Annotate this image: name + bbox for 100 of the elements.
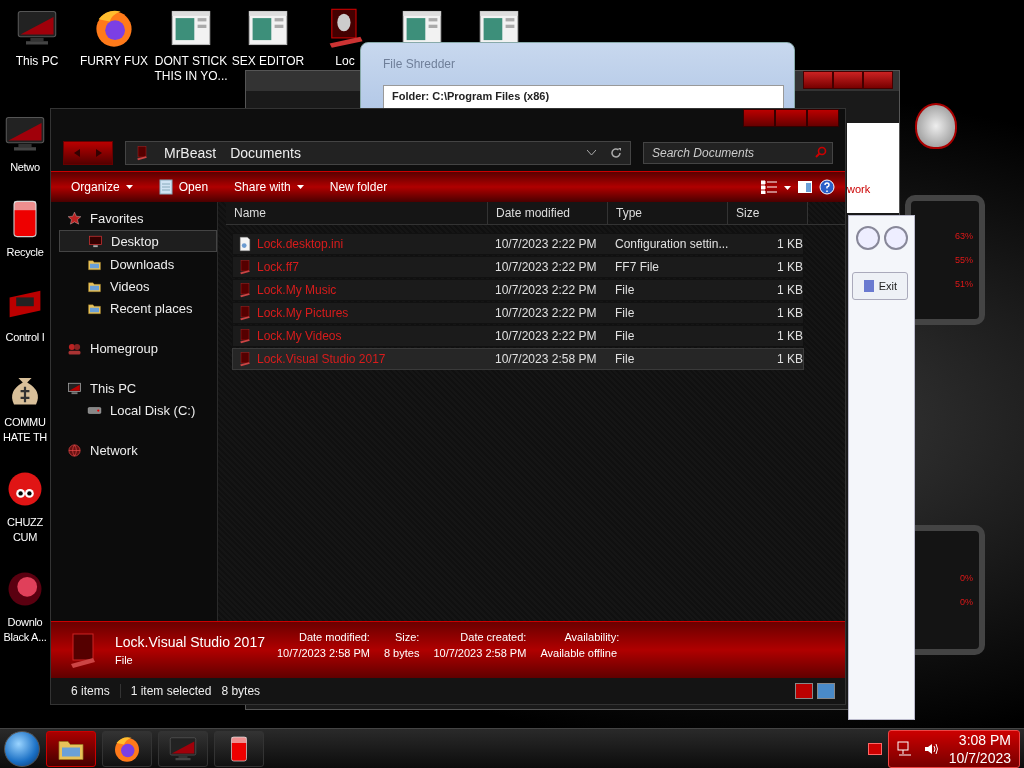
toolbar-button[interactable]: Open	[148, 175, 219, 199]
shortcut-label[interactable]: Downlo Black A...	[0, 615, 50, 645]
detail-value: Available offline	[540, 647, 619, 661]
selection-size: 8 bytes	[220, 684, 261, 698]
help-icon[interactable]	[819, 179, 835, 195]
minimize-button[interactable]	[803, 71, 833, 89]
view-options-icon[interactable]	[761, 180, 791, 194]
details-view-button[interactable]	[795, 683, 813, 699]
size-cell-text: 1 KB	[776, 329, 803, 343]
type-cell-text: File	[615, 306, 636, 320]
detail-value: 10/7/2023 2:58 PM	[276, 647, 370, 661]
gadget-reading: 0%	[960, 597, 973, 607]
nav-icon	[67, 380, 82, 396]
toolbar-button[interactable]: Share with	[224, 176, 314, 198]
nav-icon	[67, 442, 82, 458]
search-field[interactable]: Search Documents	[643, 142, 833, 164]
flag-icon[interactable]	[867, 742, 882, 755]
chevron-icon[interactable]	[587, 150, 596, 156]
caret-icon	[296, 185, 304, 189]
file-row[interactable]: Lock.desktop.ini 10/7/2023 2:22 PM Configuration settin... 1 KB	[232, 233, 804, 255]
file-row[interactable]: Lock.ff7 10/7/2023 2:22 PM FF7 File 1 KB	[232, 256, 804, 278]
breadcrumb-item[interactable]: MrBeast	[164, 145, 217, 161]
close-button[interactable]	[863, 71, 893, 89]
file-row[interactable]: Lock.My Videos 10/7/2023 2:22 PM File 1 KB	[232, 325, 804, 347]
exit-button[interactable]: Exit	[851, 272, 908, 300]
date-cell-text: 10/7/2023 2:22 PM	[495, 306, 598, 320]
size-cell-text: 1 KB	[776, 352, 803, 366]
close-button[interactable]	[807, 109, 839, 127]
start-button[interactable]	[4, 730, 40, 767]
search-icon	[815, 146, 827, 158]
nav-item[interactable]: Local Disk (C:)	[59, 400, 217, 420]
nav-icon	[88, 233, 103, 249]
date-cell-text: 10/7/2023 2:22 PM	[495, 260, 598, 274]
right-arrow-icon	[96, 149, 102, 157]
detail-label: Date created:	[459, 631, 527, 645]
close-button[interactable]	[884, 226, 908, 250]
shortcut-label[interactable]: Control I	[5, 330, 45, 345]
selection-count: 1 item selected	[129, 684, 212, 698]
nav-item[interactable]: Downloads	[59, 254, 217, 274]
refresh-icon[interactable]	[610, 147, 622, 159]
column-header[interactable]: Name	[226, 202, 488, 224]
column-header[interactable]: Date modified	[488, 202, 608, 224]
taskbar-app-button[interactable]	[46, 730, 96, 767]
notepad-icon	[158, 179, 173, 195]
type-cell-text: File	[615, 283, 636, 297]
left-arrow-icon	[74, 149, 80, 157]
shortcut-label[interactable]: CHUZZ CUM	[0, 515, 50, 545]
toolbar-button[interactable]: New folder	[319, 176, 398, 198]
thumbnails-view-button[interactable]	[817, 683, 835, 699]
shortcut-label[interactable]: FURRY FUX	[79, 54, 149, 69]
clock-time[interactable]: 3:08 PM	[958, 730, 1011, 749]
file-icon	[237, 305, 253, 321]
file-name: Lock.My Videos	[257, 329, 342, 343]
shortcut-label[interactable]: Netwo	[10, 160, 40, 175]
taskbar-app-button[interactable]	[102, 730, 152, 767]
preview-pane-icon[interactable]	[797, 180, 813, 194]
shortcut-label[interactable]: SEX EDITOR	[231, 54, 305, 69]
shortcut-label[interactable]: COMMU HATE TH	[0, 415, 50, 445]
maximize-button[interactable]	[775, 109, 807, 127]
selected-file-type: File	[115, 654, 134, 666]
size-cell-text: 1 KB	[776, 260, 803, 274]
shortcut-label[interactable]: DONT STICK THIS IN YO...	[154, 54, 228, 84]
date-cell-text: 10/7/2023 2:22 PM	[495, 329, 598, 343]
file-row[interactable]: Lock.My Music 10/7/2023 2:22 PM File 1 KB	[232, 279, 804, 301]
detail-label: Size:	[393, 631, 420, 645]
size-cell-text: 1 KB	[776, 237, 803, 251]
file-icon	[237, 328, 253, 344]
column-header[interactable]: Type	[608, 202, 728, 224]
nav-group[interactable]: Favorites	[59, 208, 217, 228]
maximize-button[interactable]	[856, 226, 880, 250]
breadcrumb-item[interactable]: Documents	[230, 145, 301, 161]
file-row[interactable]: Lock.My Pictures 10/7/2023 2:22 PM File 1 KB	[232, 302, 804, 324]
nav-item[interactable]: Videos	[59, 276, 217, 296]
shortcut-label[interactable]: Recycle	[6, 245, 44, 260]
minimize-button[interactable]	[743, 109, 775, 127]
type-cell-text: File	[615, 352, 636, 366]
shortcut-label[interactable]: Loc	[335, 54, 355, 69]
address-bar[interactable]: MrBeast Documents	[125, 141, 631, 165]
column-header[interactable]: Size	[728, 202, 808, 224]
type-cell-text: FF7 File	[615, 260, 660, 274]
file-icon	[237, 236, 253, 252]
link-text[interactable]: work	[847, 183, 871, 195]
network-icon[interactable]	[896, 740, 913, 757]
nav-group[interactable]: Homegroup	[59, 338, 217, 358]
nav-item[interactable]: Recent places	[59, 298, 217, 318]
file-row[interactable]: Lock.Visual Studio 2017 10/7/2023 2:58 PM File 1 KB	[232, 348, 804, 370]
toolbar-button[interactable]: Organize	[61, 176, 143, 198]
gadget-reading: 0%	[960, 573, 973, 583]
maximize-button[interactable]	[833, 71, 863, 89]
taskbar-app-button[interactable]	[214, 730, 264, 767]
type-cell-text: Configuration settin...	[615, 237, 730, 251]
file-icon	[237, 282, 253, 298]
clock-date[interactable]: 10/7/2023	[948, 748, 1011, 767]
nav-item[interactable]: Desktop	[59, 230, 217, 252]
gadget-reading: 51%	[955, 279, 973, 289]
nav-group[interactable]: This PC	[59, 378, 217, 398]
shortcut-label[interactable]: This PC	[15, 54, 59, 69]
date-cell-text: 10/7/2023 2:58 PM	[495, 352, 598, 366]
nav-group[interactable]: Network	[59, 440, 217, 460]
size-cell-text: 1 KB	[776, 306, 803, 320]
